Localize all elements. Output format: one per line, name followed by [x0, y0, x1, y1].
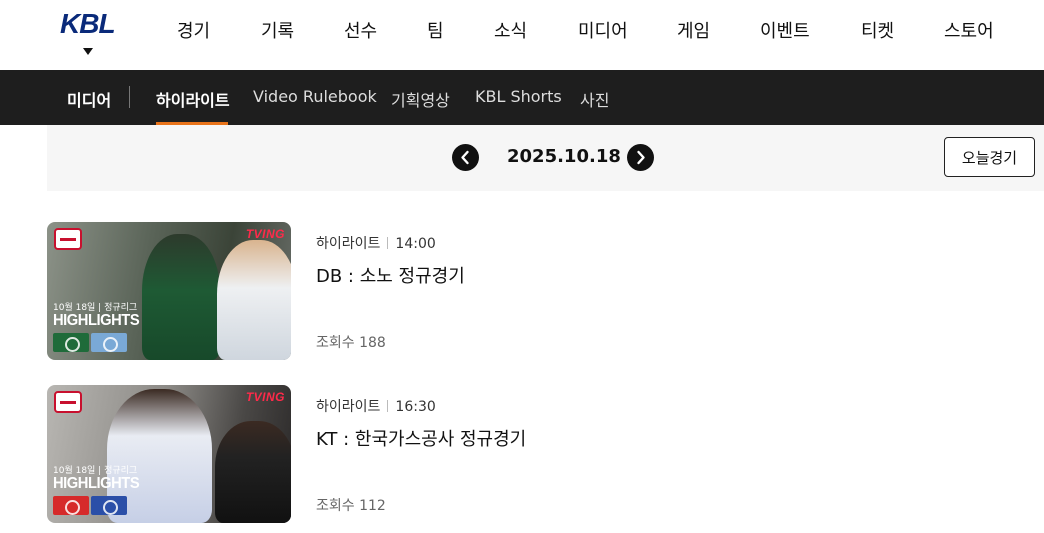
- logo-text: KBL: [60, 8, 116, 39]
- nav-item-games[interactable]: 경기: [177, 17, 210, 43]
- video-thumbnail[interactable]: TVING 10월 18일 | 정규리그 HIGHLIGHTS: [47, 222, 291, 360]
- media-subnav: 미디어 하이라이트 Video Rulebook 기획영상 KBL Shorts…: [0, 70, 1044, 125]
- nav-item-players[interactable]: 선수: [344, 17, 377, 43]
- team-logo-icon: [53, 333, 89, 352]
- date-selector: 2025.10.18 오늘경기: [47, 125, 1044, 191]
- lg-sponsor-badge: [54, 228, 82, 250]
- today-games-button[interactable]: 오늘경기: [944, 137, 1035, 177]
- view-count: 조회수 188: [316, 335, 386, 351]
- kbl-logo[interactable]: KBL: [58, 6, 118, 58]
- subnav-section-title: 미디어: [67, 91, 112, 110]
- current-date: 2025.10.18: [507, 146, 621, 167]
- meta-divider: [387, 400, 389, 412]
- nav-item-events[interactable]: 이벤트: [760, 17, 810, 43]
- thumbnail-highlights-label: HIGHLIGHTS: [53, 312, 140, 329]
- tab-photos[interactable]: 사진: [580, 87, 609, 111]
- tab-highlights[interactable]: 하이라이트: [156, 87, 230, 111]
- video-item[interactable]: TVING 10월 18일 | 정규리그 HIGHLIGHTS 하이라이트 16:…: [47, 385, 1007, 523]
- chevron-left-icon[interactable]: [452, 144, 479, 171]
- video-category: 하이라이트: [316, 399, 381, 415]
- video-meta: 하이라이트 14:00: [316, 233, 436, 253]
- lg-sponsor-badge: [54, 391, 82, 413]
- nav-item-game[interactable]: 게임: [677, 17, 710, 43]
- nav-item-media[interactable]: 미디어: [578, 17, 628, 43]
- thumbnail-highlights-label: HIGHLIGHTS: [53, 475, 140, 492]
- tab-feature-videos[interactable]: 기획영상: [391, 87, 450, 111]
- player-figure: [142, 234, 220, 360]
- tab-kbl-shorts[interactable]: KBL Shorts: [475, 87, 562, 106]
- nav-item-teams[interactable]: 팀: [427, 17, 444, 43]
- tving-logo: TVING: [245, 390, 285, 404]
- nav-item-news[interactable]: 소식: [494, 17, 527, 43]
- caret-down-icon[interactable]: [83, 48, 93, 55]
- subnav-divider: [129, 86, 130, 108]
- tving-logo: TVING: [245, 227, 285, 241]
- nav-item-tickets[interactable]: 티켓: [861, 17, 894, 43]
- global-header: KBL 경기 기록 선수 팀 소식 미디어 게임 이벤트 티켓 스토어: [0, 0, 1044, 70]
- video-time: 16:30: [395, 399, 436, 415]
- player-figure: [215, 421, 291, 523]
- video-title[interactable]: DB : 소노 정규경기: [316, 262, 465, 288]
- video-thumbnail[interactable]: TVING 10월 18일 | 정규리그 HIGHLIGHTS: [47, 385, 291, 523]
- view-count: 조회수 112: [316, 498, 386, 514]
- tab-video-rulebook[interactable]: Video Rulebook: [253, 87, 377, 106]
- chevron-right-icon[interactable]: [627, 144, 654, 171]
- team-logo-icon: [91, 496, 127, 515]
- team-logo-icon: [91, 333, 127, 352]
- nav-item-store[interactable]: 스토어: [944, 17, 994, 43]
- video-title[interactable]: KT : 한국가스공사 정규경기: [316, 425, 526, 451]
- video-meta: 하이라이트 16:30: [316, 396, 436, 416]
- video-item[interactable]: TVING 10월 18일 | 정규리그 HIGHLIGHTS 하이라이트 14:…: [47, 222, 1007, 360]
- video-category: 하이라이트: [316, 236, 381, 252]
- meta-divider: [387, 237, 389, 249]
- team-logo-icon: [53, 496, 89, 515]
- video-time: 14:00: [395, 236, 436, 252]
- player-figure: [217, 240, 291, 360]
- nav-item-records[interactable]: 기록: [261, 17, 294, 43]
